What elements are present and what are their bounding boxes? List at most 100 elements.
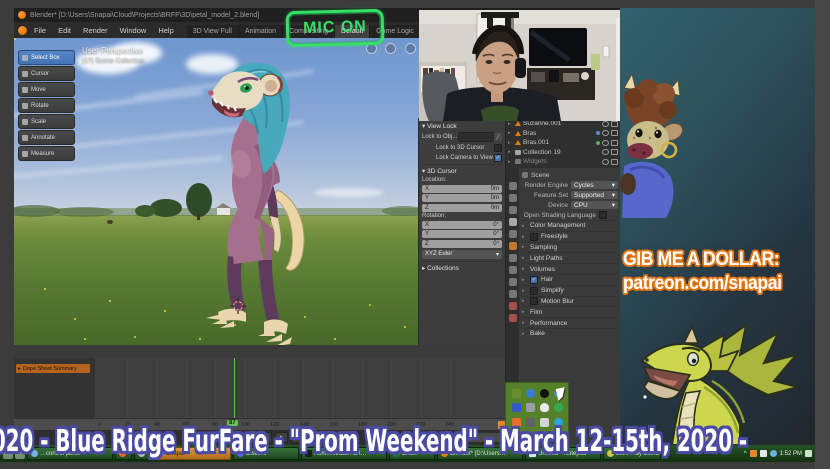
lock-object-field[interactable] <box>457 132 494 142</box>
location-label: Location: <box>422 177 447 183</box>
show-desktop-icon[interactable] <box>805 450 812 457</box>
menu-render[interactable]: Render <box>78 24 113 37</box>
tool-cursor[interactable]: Cursor <box>18 66 75 81</box>
dope-sheet-summary-row[interactable]: ▸ Dope Sheet Summary <box>16 364 90 373</box>
section-sampling[interactable]: ▸ Sampling <box>522 241 618 253</box>
physics-tab-icon[interactable] <box>508 266 517 274</box>
taskbar-clock[interactable]: 1:52 PM <box>780 451 802 457</box>
eye-icon[interactable] <box>602 130 609 137</box>
tray-shield-icon[interactable] <box>553 403 563 413</box>
lock-camera-checkbox[interactable]: ✓ <box>494 154 502 162</box>
data-tab-icon[interactable] <box>508 290 517 298</box>
lock-3d-cursor-checkbox[interactable] <box>494 144 502 152</box>
object-tab-icon[interactable] <box>508 242 517 250</box>
view-layer-tab-icon[interactable] <box>508 206 517 214</box>
material-tab-icon[interactable] <box>508 302 517 310</box>
section-hair[interactable]: ▸ ✓ Hair <box>522 273 618 285</box>
tab-3d-view-full[interactable]: 3D View Full <box>186 25 239 38</box>
constraints-tab-icon[interactable] <box>508 278 517 286</box>
tray-green-app-icon[interactable] <box>511 388 521 398</box>
menu-edit[interactable]: Edit <box>53 24 76 37</box>
zoom-icon[interactable] <box>404 43 416 54</box>
tray-cloud-icon[interactable] <box>539 403 549 413</box>
camera-restrict-icon[interactable] <box>611 130 618 137</box>
collection-icon <box>515 159 521 165</box>
cursor-rot-x[interactable]: X 0° <box>422 220 502 229</box>
device-dropdown[interactable]: CPU ▾ <box>571 201 618 209</box>
eye-icon[interactable] <box>602 139 609 146</box>
network-icon[interactable] <box>769 450 777 457</box>
outliner-row-bras[interactable]: ▸ Bras <box>508 129 618 139</box>
camera-restrict-icon[interactable] <box>611 149 618 156</box>
section-freestyle[interactable]: ▸ Freestyle <box>522 230 618 242</box>
freestyle-checkbox[interactable] <box>530 232 538 241</box>
section-film[interactable]: ▸ Film <box>522 306 618 317</box>
viewport-overlay-perspective: User Perspective <box>82 46 143 55</box>
cursor-rot-z[interactable]: Z 0° <box>422 239 502 248</box>
character-model[interactable] <box>200 60 320 345</box>
section-color-management[interactable]: ▸ Color Management <box>522 220 618 231</box>
section-bake[interactable]: ▸ Bake <box>522 327 618 339</box>
tray-black-app-icon[interactable] <box>539 388 549 398</box>
cursor-loc-x[interactable]: X 0m <box>422 184 502 193</box>
rotation-mode-dropdown[interactable]: XYZ Euler ▾ <box>422 249 502 259</box>
eye-icon[interactable] <box>602 120 609 127</box>
scene-tab-icon[interactable] <box>508 218 517 226</box>
outliner-row-collection-19[interactable]: ▸ Collection 19 <box>508 148 618 158</box>
hair-checkbox[interactable]: ✓ <box>530 275 538 284</box>
menu-file[interactable]: File <box>29 24 51 37</box>
output-tab-icon[interactable] <box>508 194 517 202</box>
render-engine-dropdown[interactable]: Cycles ▾ <box>571 181 618 189</box>
eyedropper-icon[interactable]: ╱ <box>493 133 502 141</box>
cursor-loc-z[interactable]: Z 0m <box>422 203 502 212</box>
camera-restrict-icon[interactable] <box>611 120 618 127</box>
volume-icon[interactable] <box>759 450 767 457</box>
light-switch <box>602 45 610 58</box>
view-lock-section[interactable]: ▾ View Lock <box>422 122 502 130</box>
blender-menu-logo-icon[interactable] <box>18 25 27 35</box>
tray-blue-app-icon[interactable] <box>525 388 535 398</box>
section-simplify[interactable]: ▸ Simplify <box>522 284 618 296</box>
tool-annotate[interactable]: Annotate <box>18 130 75 145</box>
camera-restrict-icon[interactable] <box>611 158 618 165</box>
tool-scale[interactable]: Scale <box>18 114 75 129</box>
3d-cursor-section[interactable]: ▾ 3D Cursor <box>422 164 502 175</box>
world-tab-icon[interactable] <box>508 230 517 238</box>
outliner-row-bras-001[interactable]: ▸ Bras.001 <box>508 138 618 148</box>
lock-3d-cursor-row: Lock to 3D Cursor <box>422 144 502 152</box>
tray-notes-icon[interactable] <box>525 403 535 413</box>
modifiers-tab-icon[interactable] <box>508 254 517 262</box>
render-tab-icon[interactable] <box>508 182 517 190</box>
section-light-paths[interactable]: ▸ Light Paths <box>522 252 618 263</box>
eye-icon[interactable] <box>602 149 609 156</box>
tab-animation[interactable]: Animation <box>238 25 284 38</box>
cursor-loc-y[interactable]: Y 0m <box>422 194 502 202</box>
tool-rotate[interactable]: Rotate <box>18 98 75 113</box>
outliner-row-widgets[interactable]: ▸ Widgets <box>508 157 618 167</box>
texture-tab-icon[interactable] <box>508 314 517 322</box>
tool-select-box[interactable]: Select Box <box>18 50 75 65</box>
menu-window[interactable]: Window <box>115 24 152 37</box>
simplify-checkbox[interactable] <box>530 286 538 295</box>
shirt-graphic <box>481 105 519 121</box>
dragon-eye <box>686 351 700 367</box>
tray-folder-icon[interactable] <box>511 403 521 413</box>
eye-icon[interactable] <box>602 158 609 165</box>
cursor-rot-y[interactable]: Y 0° <box>422 230 502 238</box>
menu-help[interactable]: Help <box>153 24 178 37</box>
motion-blur-checkbox[interactable] <box>530 297 538 306</box>
tray-icon-orange[interactable] <box>749 450 757 457</box>
webcam-feed <box>419 10 625 121</box>
tool-measure[interactable]: Measure <box>18 146 75 161</box>
tool-move[interactable]: Move <box>18 82 75 97</box>
modifier-icon <box>596 131 600 136</box>
section-motion-blur[interactable]: ▸ Motion Blur <box>522 295 618 307</box>
toolbar: Select Box Cursor Move Rotate Scale Anno… <box>18 50 75 162</box>
section-volumes[interactable]: ▸ Volumes <box>522 263 618 274</box>
feature-set-dropdown[interactable]: Supported ▾ <box>571 191 618 199</box>
collections-section[interactable]: ▸ Collections <box>422 260 502 272</box>
section-performance[interactable]: ▸ Performance <box>522 317 618 328</box>
camera-restrict-icon[interactable] <box>611 139 618 146</box>
osl-checkbox[interactable] <box>599 211 607 219</box>
pan-hand-icon[interactable] <box>385 43 397 54</box>
